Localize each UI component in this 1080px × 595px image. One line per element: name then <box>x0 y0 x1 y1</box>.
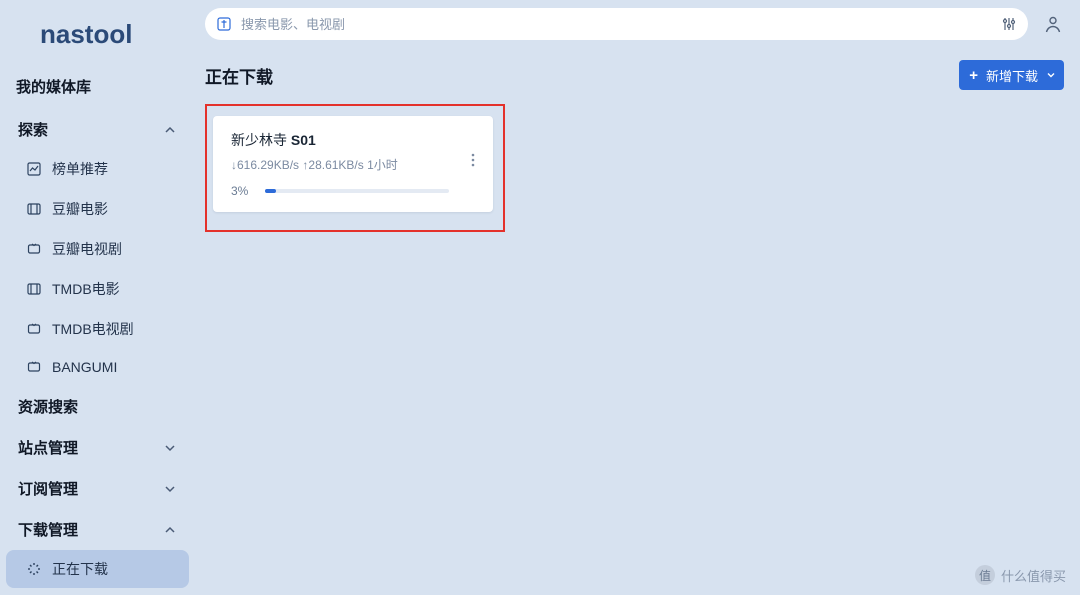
sidebar-item-tmdb-movie[interactable]: TMDB电影 <box>6 270 189 308</box>
page-title: 正在下载 <box>205 63 273 88</box>
sidebar-item-label: 豆瓣电视剧 <box>52 239 122 259</box>
chevron-up-icon <box>163 123 177 137</box>
film-icon <box>26 201 42 217</box>
sidebar-label: 资源搜索 <box>18 396 78 417</box>
content-area: 正在下载 + 新增下载 新少林寺 S01 ↓616.29KB/s ↑28.61K… <box>195 46 1080 595</box>
download-season: S01 <box>291 132 316 148</box>
sidebar-label: 站点管理 <box>18 437 78 458</box>
sidebar-item-library[interactable]: 我的媒体库 <box>6 64 189 109</box>
more-menu-icon[interactable] <box>465 152 481 168</box>
sidebar-section-sites[interactable]: 站点管理 <box>6 427 189 468</box>
user-icon[interactable] <box>1042 13 1064 35</box>
tv-icon <box>26 321 42 337</box>
progress-bar[interactable] <box>265 189 449 193</box>
sidebar-section-download[interactable]: 下载管理 <box>6 509 189 550</box>
watermark-badge-icon: 值 <box>975 565 995 585</box>
add-download-button[interactable]: + 新增下载 <box>959 60 1064 90</box>
download-stats: ↓616.29KB/s ↑28.61KB/s 1小时 <box>231 156 477 173</box>
sidebar-section-subscribe[interactable]: 订阅管理 <box>6 468 189 509</box>
up-speed: ↑28.61KB/s <box>302 158 363 172</box>
sidebar-label: 下载管理 <box>18 519 78 540</box>
tv-icon <box>26 241 42 257</box>
add-download-label: 新增下载 <box>986 66 1038 85</box>
progress-fill <box>265 189 276 193</box>
sidebar-item-label: 正在下载 <box>52 559 108 579</box>
film-icon <box>26 281 42 297</box>
sidebar-item-tmdb-tv[interactable]: TMDB电视剧 <box>6 310 189 348</box>
sidebar-item-douban-movie[interactable]: 豆瓣电影 <box>6 190 189 228</box>
highlight-box: 新少林寺 S01 ↓616.29KB/s ↑28.61KB/s 1小时 3% <box>205 104 505 232</box>
chart-icon <box>26 161 42 177</box>
watermark: 值 什么值得买 <box>975 565 1066 585</box>
search-box[interactable] <box>205 8 1028 40</box>
sidebar-label: 订阅管理 <box>18 478 78 499</box>
tv-icon <box>26 359 42 375</box>
brand-logo[interactable]: nastool <box>0 6 195 62</box>
eta: 1小时 <box>367 158 398 172</box>
sidebar-section-explore[interactable]: 探索 <box>6 109 189 150</box>
sidebar-item-downloading[interactable]: 正在下载 <box>6 550 189 588</box>
topbar <box>195 0 1080 46</box>
sidebar-nav: 我的媒体库 探索 榜单推荐 豆瓣电影 豆瓣电视剧 TMDB电影 TMDB电视剧 <box>0 62 195 595</box>
chevron-up-icon <box>163 523 177 537</box>
search-input[interactable] <box>241 17 992 32</box>
loading-icon <box>26 561 42 577</box>
download-title: 新少林寺 S01 <box>231 130 477 150</box>
sidebar-item-label: 豆瓣电影 <box>52 199 108 219</box>
progress-percent: 3% <box>231 184 255 198</box>
sidebar-item-label: BANGUMI <box>52 359 117 375</box>
watermark-text: 什么值得买 <box>1001 566 1066 585</box>
sliders-icon[interactable] <box>1000 15 1018 33</box>
chevron-down-icon <box>1046 70 1056 80</box>
main: 正在下载 + 新增下载 新少林寺 S01 ↓616.29KB/s ↑28.61K… <box>195 0 1080 595</box>
plus-icon: + <box>969 67 978 84</box>
sidebar-item-label: TMDB电影 <box>52 279 120 299</box>
sidebar-item-ranking[interactable]: 榜单推荐 <box>6 150 189 188</box>
brand-text: nastool <box>40 19 132 50</box>
sidebar-item-label: TMDB电视剧 <box>52 319 134 339</box>
chevron-down-icon <box>163 441 177 455</box>
sidebar-item-douban-tv[interactable]: 豆瓣电视剧 <box>6 230 189 268</box>
sidebar-item-bangumi[interactable]: BANGUMI <box>6 350 189 384</box>
sidebar-item-label: 榜单推荐 <box>52 159 108 179</box>
page-header: 正在下载 + 新增下载 <box>205 60 1064 90</box>
sidebar-item-recent-download[interactable]: 近期下载 <box>6 590 189 595</box>
download-card[interactable]: 新少林寺 S01 ↓616.29KB/s ↑28.61KB/s 1小时 3% <box>213 116 493 212</box>
progress-row: 3% <box>231 184 449 198</box>
sidebar: nastool 我的媒体库 探索 榜单推荐 豆瓣电影 豆瓣电视剧 TMDB电影 <box>0 0 195 595</box>
download-name: 新少林寺 <box>231 132 287 148</box>
chevron-down-icon <box>163 482 177 496</box>
sidebar-label: 我的媒体库 <box>16 76 91 97</box>
search-type-icon[interactable] <box>215 15 233 33</box>
sidebar-section-search[interactable]: 资源搜索 <box>6 386 189 427</box>
down-speed: ↓616.29KB/s <box>231 158 299 172</box>
sidebar-label: 探索 <box>18 119 48 140</box>
